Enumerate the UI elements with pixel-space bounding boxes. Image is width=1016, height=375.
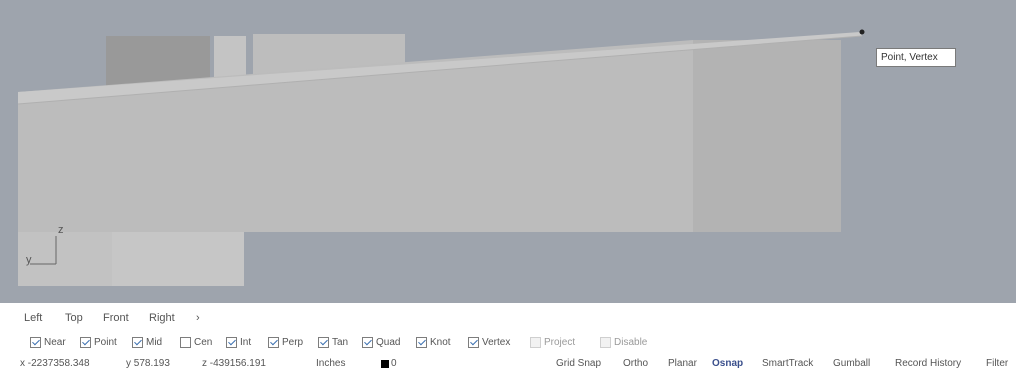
snap-marker	[859, 29, 865, 35]
osnap-vertex[interactable]: Vertex	[468, 335, 510, 349]
axis-y-label: y	[26, 254, 32, 266]
tab-front[interactable]: Front	[103, 312, 129, 324]
osnap-toolbar: Near Point Mid Cen Int Perp Tan Quad Kno…	[0, 333, 1016, 353]
checkbox-near[interactable]	[30, 336, 41, 348]
units-label[interactable]: Inches	[316, 358, 345, 369]
toggle-gumball[interactable]: Gumball	[833, 358, 870, 369]
osnap-point[interactable]: Point	[80, 335, 117, 349]
checkbox-vertex[interactable]	[468, 336, 479, 348]
model-geometry	[17, 29, 865, 286]
checkbox-cen[interactable]	[180, 336, 191, 348]
toggle-grid-snap[interactable]: Grid Snap	[556, 358, 601, 369]
toggle-smarttrack[interactable]: SmartTrack	[762, 358, 813, 369]
checkbox-quad[interactable]	[362, 336, 373, 348]
tab-left[interactable]: Left	[24, 312, 42, 324]
block-side-face	[693, 40, 841, 232]
coord-z: z -439156.191	[202, 358, 266, 369]
osnap-knot[interactable]: Knot	[416, 335, 451, 349]
osnap-perp[interactable]: Perp	[268, 335, 303, 349]
current-layer[interactable]: 0	[391, 358, 397, 369]
axis-z-label: z	[58, 224, 64, 236]
viewport-tabs: Left Top Front Right ›	[0, 303, 1016, 333]
osnap-cen[interactable]: Cen	[180, 335, 212, 349]
toggle-record-history[interactable]: Record History	[895, 358, 961, 369]
osnap-mid-label: Mid	[146, 336, 163, 348]
checkbox-disable[interactable]	[600, 336, 611, 348]
lower-box-left	[18, 230, 112, 286]
checkbox-perp[interactable]	[268, 336, 279, 348]
osnap-near[interactable]: Near	[30, 335, 66, 349]
osnap-near-label: Near	[44, 336, 66, 348]
osnap-int-label: Int	[240, 336, 252, 348]
toggle-planar[interactable]: Planar	[668, 358, 697, 369]
osnap-project[interactable]: Project	[530, 335, 575, 349]
coord-y: y 578.193	[126, 358, 170, 369]
checkbox-project[interactable]	[530, 336, 541, 348]
osnap-cen-label: Cen	[194, 336, 213, 348]
checkbox-mid[interactable]	[132, 336, 143, 348]
osnap-tan-label: Tan	[332, 336, 349, 348]
checkbox-point[interactable]	[80, 336, 91, 348]
checkbox-tan[interactable]	[318, 336, 329, 348]
layer-color-swatch	[381, 360, 389, 368]
toggle-ortho[interactable]: Ortho	[623, 358, 648, 369]
osnap-disable[interactable]: Disable	[600, 335, 647, 349]
tab-top[interactable]: Top	[65, 312, 83, 324]
tab-right[interactable]: Right	[149, 312, 175, 324]
osnap-mid[interactable]: Mid	[132, 335, 162, 349]
perspective-viewport[interactable]: z y Point, Vertex	[0, 0, 1016, 303]
status-bar: x -2237358.348 y 578.193 z -439156.191 I…	[0, 353, 1016, 375]
osnap-knot-label: Knot	[430, 336, 451, 348]
osnap-project-label: Project	[544, 336, 576, 348]
toggle-filter[interactable]: Filter	[986, 358, 1008, 369]
lower-box-mid	[112, 230, 244, 286]
checkbox-knot[interactable]	[416, 336, 427, 348]
coord-x: x -2237358.348	[20, 358, 90, 369]
osnap-perp-label: Perp	[282, 336, 304, 348]
osnap-point-label: Point	[94, 336, 117, 348]
osnap-int[interactable]: Int	[226, 335, 251, 349]
osnap-vertex-label: Vertex	[482, 336, 511, 348]
osnap-quad[interactable]: Quad	[362, 335, 400, 349]
checkbox-int[interactable]	[226, 336, 237, 348]
osnap-tooltip: Point, Vertex	[876, 48, 956, 67]
osnap-quad-label: Quad	[376, 336, 401, 348]
osnap-tan[interactable]: Tan	[318, 335, 348, 349]
osnap-disable-label: Disable	[614, 336, 648, 348]
toggle-osnap[interactable]: Osnap	[712, 358, 743, 369]
tabs-more-arrow[interactable]: ›	[196, 312, 200, 324]
